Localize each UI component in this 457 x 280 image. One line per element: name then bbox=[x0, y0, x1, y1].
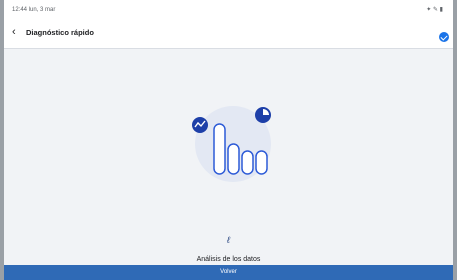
main-content: ℓ Análisis de los datos bbox=[4, 49, 453, 265]
bar-short-2 bbox=[255, 150, 268, 175]
check-badge-icon[interactable] bbox=[439, 32, 449, 42]
status-bar: 12:44 lun, 3 mar ✦ ✎ ▮ bbox=[4, 0, 453, 18]
analysis-illustration-svg bbox=[192, 106, 271, 182]
status-icons: ✦ ✎ ▮ bbox=[426, 7, 443, 13]
status-time-date: 12:44 lun, 3 mar bbox=[12, 7, 56, 13]
analysis-illustration bbox=[186, 99, 281, 194]
analysis-caption: Análisis de los datos bbox=[196, 256, 261, 263]
bar-short bbox=[241, 150, 254, 175]
page-title: Diagnóstico rápido bbox=[26, 28, 94, 37]
back-arrow-icon[interactable]: ‹ bbox=[12, 26, 16, 38]
bar-medium bbox=[227, 143, 240, 175]
analysis-hint-glyph: ℓ bbox=[227, 235, 230, 245]
app-bar: ‹ Diagnóstico rápido bbox=[4, 18, 453, 49]
bar-tall bbox=[213, 123, 226, 175]
back-button[interactable]: Volver bbox=[4, 265, 453, 280]
